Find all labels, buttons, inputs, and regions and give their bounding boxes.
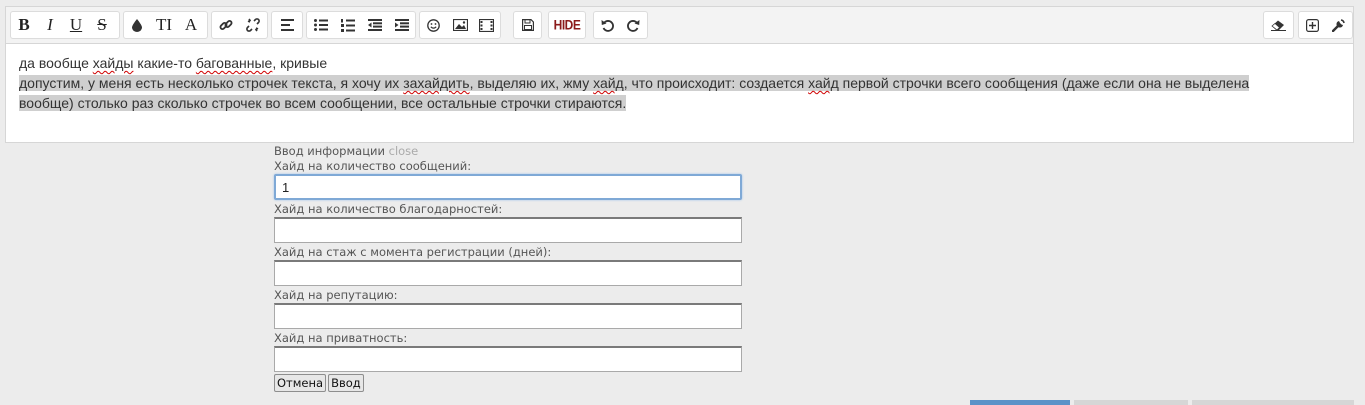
- editor-line-1: да вообще хайды какие-то багованные, кри…: [19, 53, 1329, 73]
- hide-settings-form: Ввод информации close Хайд на количество…: [274, 144, 744, 392]
- underline-icon[interactable]: U: [63, 12, 89, 38]
- indent-icon[interactable]: [388, 12, 415, 38]
- smiley-icon[interactable]: [420, 12, 447, 38]
- font-family-icon[interactable]: A: [178, 12, 204, 38]
- misspelled-word: захайдить: [403, 75, 470, 91]
- editor-toolbar: B I U S TI A HIDE: [6, 7, 1353, 44]
- field-label-posts: Хайд на количество сообщений:: [274, 159, 472, 173]
- image-icon[interactable]: [447, 12, 474, 38]
- hide-icon[interactable]: HIDE: [549, 10, 585, 40]
- toolbar-group-save: [513, 11, 542, 39]
- text-run: первой строчки всего сообщения (даже есл…: [838, 75, 1250, 91]
- bold-icon[interactable]: B: [11, 12, 37, 38]
- text-run: допустим, у меня есть несколько строчек …: [19, 75, 404, 91]
- toolbar-group-format: B I U S: [10, 11, 120, 39]
- outdent-icon[interactable]: [361, 12, 388, 38]
- cancel-button[interactable]: Отмена: [274, 374, 327, 392]
- expand-icon[interactable]: [1299, 12, 1326, 38]
- toolbar-group-history: [593, 11, 648, 39]
- toolbar-group-tools: [1298, 11, 1353, 39]
- italic-icon[interactable]: I: [37, 12, 63, 38]
- tertiary-action-button-edge[interactable]: [1192, 400, 1354, 405]
- field-label-thanks: Хайд на количество благодарностей:: [274, 202, 503, 216]
- align-left-icon[interactable]: [272, 12, 302, 38]
- misspelled-word: хайды: [92, 55, 134, 71]
- field-label-tenure: Хайд на стаж с момента регистрации (дней…: [274, 245, 552, 259]
- font-size-icon[interactable]: TI: [150, 12, 178, 38]
- submit-button[interactable]: Ввод: [328, 374, 364, 392]
- misspelled-word: хайд: [808, 75, 839, 91]
- primary-action-button-edge[interactable]: [970, 400, 1070, 405]
- thanks-count-input[interactable]: [274, 217, 742, 243]
- secondary-action-button-edge[interactable]: [1074, 400, 1188, 405]
- unlink-icon[interactable]: [240, 12, 268, 38]
- message-editor: B I U S TI A HIDE да вообще хайды какие-…: [5, 6, 1354, 143]
- form-buttons: Отмена Ввод: [274, 374, 744, 392]
- text-run: какие-то: [133, 55, 196, 71]
- editor-line-2: допустим, у меня есть несколько строчек …: [19, 73, 1329, 113]
- toolbar-group-links: [211, 11, 268, 39]
- misspelled-word: хайд: [593, 75, 624, 91]
- wrench-icon[interactable]: [1326, 12, 1353, 38]
- media-icon[interactable]: [473, 12, 500, 38]
- form-title: Ввод информации close: [274, 144, 744, 159]
- toolbar-group-align: [271, 11, 303, 39]
- numbered-list-icon[interactable]: [334, 12, 361, 38]
- eraser-icon[interactable]: [1264, 12, 1293, 38]
- tenure-days-input[interactable]: [274, 260, 742, 286]
- toolbar-group-style: TI A: [123, 11, 208, 39]
- close-link[interactable]: close: [389, 144, 419, 158]
- editor-content[interactable]: да вообще хайды какие-то багованные, кри…: [19, 53, 1329, 113]
- text-run: , кривые: [272, 55, 328, 71]
- toolbar-group-insert: [419, 11, 501, 39]
- save-icon[interactable]: [514, 12, 541, 38]
- text-run: , что происходит: создается: [623, 75, 809, 91]
- strikethrough-icon[interactable]: S: [89, 12, 115, 38]
- misspelled-word: багованные: [195, 55, 273, 71]
- selected-text: допустим, у меня есть несколько строчек …: [19, 75, 1250, 111]
- posts-count-input[interactable]: [274, 174, 742, 200]
- bullet-list-icon[interactable]: [307, 12, 334, 38]
- undo-icon[interactable]: [594, 12, 621, 38]
- text-run: , выделяю их, жму: [469, 75, 594, 91]
- color-drop-icon[interactable]: [124, 12, 150, 38]
- reputation-input[interactable]: [274, 303, 742, 329]
- form-title-text: Ввод информации: [274, 144, 385, 158]
- text-run: вообще) столько раз сколько строчек во в…: [19, 95, 627, 111]
- redo-icon[interactable]: [621, 12, 648, 38]
- field-label-reputation: Хайд на репутацию:: [274, 288, 398, 302]
- privacy-input[interactable]: [274, 346, 742, 372]
- toolbar-group-hide: HIDE: [548, 11, 586, 39]
- toolbar-group-eraser: [1263, 11, 1294, 39]
- text-run: да вообще: [19, 55, 93, 71]
- link-icon[interactable]: [212, 12, 240, 38]
- toolbar-group-lists: [306, 11, 416, 39]
- field-label-privacy: Хайд на приватность:: [274, 331, 408, 345]
